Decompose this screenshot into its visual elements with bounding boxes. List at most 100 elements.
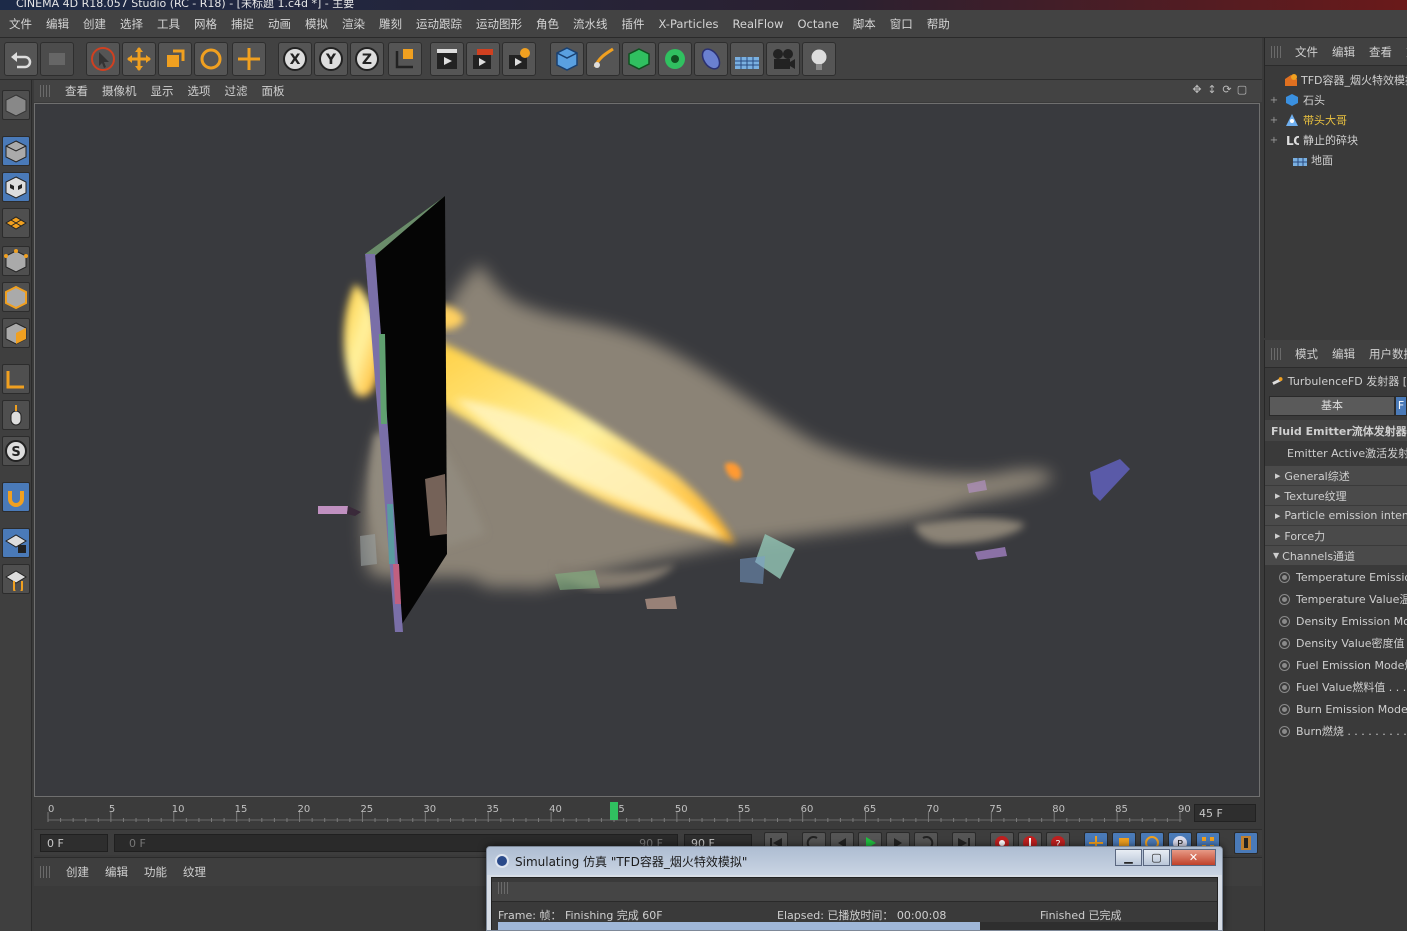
animate-radio-icon[interactable] (1279, 725, 1290, 737)
menu-item-5[interactable]: 网格 (187, 16, 224, 32)
tab-basic[interactable]: 基本 (1269, 396, 1395, 416)
tab-f[interactable]: F (1395, 396, 1407, 416)
close-button[interactable]: ✕ (1171, 849, 1216, 866)
menu-item-6[interactable]: 捕捉 (224, 16, 261, 32)
animate-radio-icon[interactable] (1279, 615, 1290, 627)
tweak-mode-button[interactable] (2, 400, 30, 430)
object-menu-2[interactable]: 查看 (1363, 44, 1400, 60)
deformer-button[interactable] (694, 42, 728, 76)
light-button[interactable] (802, 42, 836, 76)
floor-button[interactable] (730, 42, 764, 76)
animate-radio-icon[interactable] (1279, 637, 1290, 649)
animate-radio-icon[interactable] (1279, 593, 1290, 605)
y-axis-button[interactable]: Y (314, 42, 348, 76)
menu-item-21[interactable]: 帮助 (920, 16, 957, 32)
attribute-group-header[interactable]: ▶ General综述 (1265, 466, 1407, 485)
redo-button[interactable] (40, 42, 74, 76)
pen-button[interactable] (586, 42, 620, 76)
polygons-mode-button[interactable] (2, 318, 30, 348)
expand-toggle-icon[interactable]: + (1269, 135, 1279, 146)
menu-item-15[interactable]: 插件 (615, 16, 652, 32)
simulation-dialog-titlebar[interactable]: Simulating 仿真 "TFD容器_烟火特效模拟" ▁ ▢ ✕ (487, 847, 1222, 875)
menu-item-14[interactable]: 流水线 (566, 16, 615, 32)
object-row[interactable]: TFD容器_烟火特效模拟 (1265, 70, 1407, 90)
object-menu-3[interactable]: 对 (1400, 44, 1407, 60)
x-axis-button[interactable]: X (278, 42, 312, 76)
timeline-window-button[interactable] (1234, 832, 1258, 854)
channel-row[interactable]: Temperature Emission (1265, 566, 1407, 588)
object-row[interactable]: + 石头 (1265, 90, 1407, 110)
undo-button[interactable] (4, 42, 38, 76)
menu-item-16[interactable]: X-Particles (652, 17, 726, 31)
timeline-ruler[interactable]: 0 5 10 15 20 25 30 35 40 45 50 55 60 65 70 75 80 85 90 45 … (34, 798, 1260, 828)
viewport-menu-1[interactable]: 摄像机 (95, 83, 144, 99)
channel-row[interactable]: Density Value密度值 . (1265, 632, 1407, 654)
minimize-button[interactable]: ▁ (1115, 849, 1142, 866)
select-arrow-button[interactable] (86, 42, 120, 76)
object-mode-button[interactable] (2, 136, 30, 166)
menu-item-20[interactable]: 窗口 (883, 16, 920, 32)
expand-toggle-icon[interactable]: + (1269, 95, 1279, 106)
axis-mode-button[interactable] (2, 364, 30, 394)
menu-item-11[interactable]: 运动跟踪 (409, 16, 469, 32)
magnet-button[interactable] (2, 482, 30, 512)
channels-group-header[interactable]: ▼ Channels通道 (1265, 546, 1407, 565)
object-menu-0[interactable]: 文件 (1289, 44, 1326, 60)
animate-radio-icon[interactable] (1279, 703, 1290, 715)
channel-row[interactable]: Fuel Emission Mode燃 (1265, 654, 1407, 676)
menu-item-13[interactable]: 角色 (529, 16, 566, 32)
object-row[interactable]: + LO 静止的碎块 (1265, 130, 1407, 150)
attribute-menu-1[interactable]: 编辑 (1326, 346, 1363, 362)
rotate-view-icon[interactable]: ⟳ (1221, 84, 1233, 96)
material-menu-1[interactable]: 编辑 (97, 864, 136, 880)
attribute-manager-grip[interactable] (1271, 347, 1281, 360)
menu-item-8[interactable]: 模拟 (298, 16, 335, 32)
solo-mode-button[interactable]: S (2, 436, 30, 466)
live-select-button[interactable] (232, 42, 266, 76)
channel-row[interactable]: Density Emission Mo (1265, 610, 1407, 632)
subdivision-button[interactable] (622, 42, 656, 76)
menu-item-17[interactable]: RealFlow (725, 17, 790, 31)
world-coords-button[interactable] (388, 42, 422, 76)
viewport-grip[interactable] (40, 85, 50, 97)
expand-toggle-icon[interactable]: + (1269, 115, 1279, 126)
menu-item-0[interactable]: 文件 (2, 16, 39, 32)
menu-item-3[interactable]: 选择 (113, 16, 150, 32)
viewport-menu-0[interactable]: 查看 (58, 83, 95, 99)
attribute-group-header[interactable]: ▶ Force力 (1265, 526, 1407, 545)
render-view-button[interactable] (430, 42, 464, 76)
move-view-icon[interactable]: ✥ (1191, 84, 1203, 96)
snap-settings-button[interactable] (2, 564, 30, 594)
object-manager-grip[interactable] (1271, 45, 1281, 58)
object-row[interactable]: + 带头大哥 (1265, 110, 1407, 130)
material-menu-2[interactable]: 功能 (136, 864, 175, 880)
attribute-group-header[interactable]: ▶ Particle emission intens (1265, 506, 1407, 525)
animate-radio-icon[interactable] (1279, 681, 1290, 693)
material-menu-0[interactable]: 创建 (58, 864, 97, 880)
menu-item-4[interactable]: 工具 (150, 16, 187, 32)
cube-button[interactable] (550, 42, 584, 76)
channel-row[interactable]: Burn燃烧 . . . . . . . . . . (1265, 720, 1407, 742)
menu-item-1[interactable]: 编辑 (39, 16, 76, 32)
viewport-menu-3[interactable]: 选项 (181, 83, 218, 99)
texture-mode-button[interactable] (2, 172, 30, 202)
material-grip[interactable] (40, 866, 50, 878)
channel-row[interactable]: Fuel Value燃料值 . . . . (1265, 676, 1407, 698)
model-mode-button[interactable] (2, 90, 30, 120)
move-button[interactable] (122, 42, 156, 76)
current-frame-field[interactable]: 45 F (1194, 804, 1256, 822)
playhead-marker[interactable] (610, 802, 618, 820)
viewport-menu-2[interactable]: 显示 (144, 83, 181, 99)
emitter-active-field[interactable]: Emitter Active激活发射 (1265, 441, 1407, 465)
menu-item-2[interactable]: 创建 (76, 16, 113, 32)
toggle-view-icon[interactable]: ▢ (1236, 84, 1248, 96)
viewport-menu-4[interactable]: 过滤 (218, 83, 255, 99)
attribute-menu-2[interactable]: 用户数据 (1363, 346, 1407, 362)
render-picture-queue-button[interactable] (466, 42, 500, 76)
menu-item-9[interactable]: 渲染 (335, 16, 372, 32)
channel-row[interactable]: Temperature Value温 (1265, 588, 1407, 610)
points-mode-button[interactable] (2, 246, 30, 276)
menu-item-19[interactable]: 脚本 (846, 16, 883, 32)
3d-viewport[interactable] (34, 103, 1260, 797)
menu-item-18[interactable]: Octane (790, 17, 845, 31)
